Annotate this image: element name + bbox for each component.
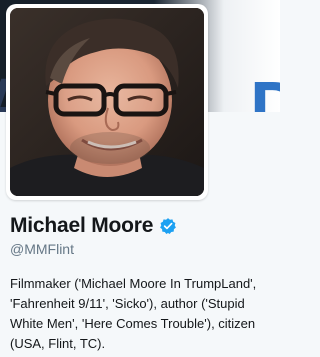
profile-info: Michael Moore @MMFlint Filmmaker ('Micha… [10,212,272,354]
profile-page: A D [0,0,280,357]
banner-glyph-right: D [250,68,280,112]
avatar-photo [10,8,204,196]
avatar-frame [6,4,208,200]
verified-badge-icon [159,217,177,235]
profile-handle[interactable]: @MMFlint [10,241,272,257]
avatar[interactable] [10,8,204,196]
profile-name[interactable]: Michael Moore [10,214,153,238]
profile-bio: Filmmaker ('Michael Moore In TrumpLand',… [10,276,257,351]
name-row: Michael Moore [10,212,272,240]
